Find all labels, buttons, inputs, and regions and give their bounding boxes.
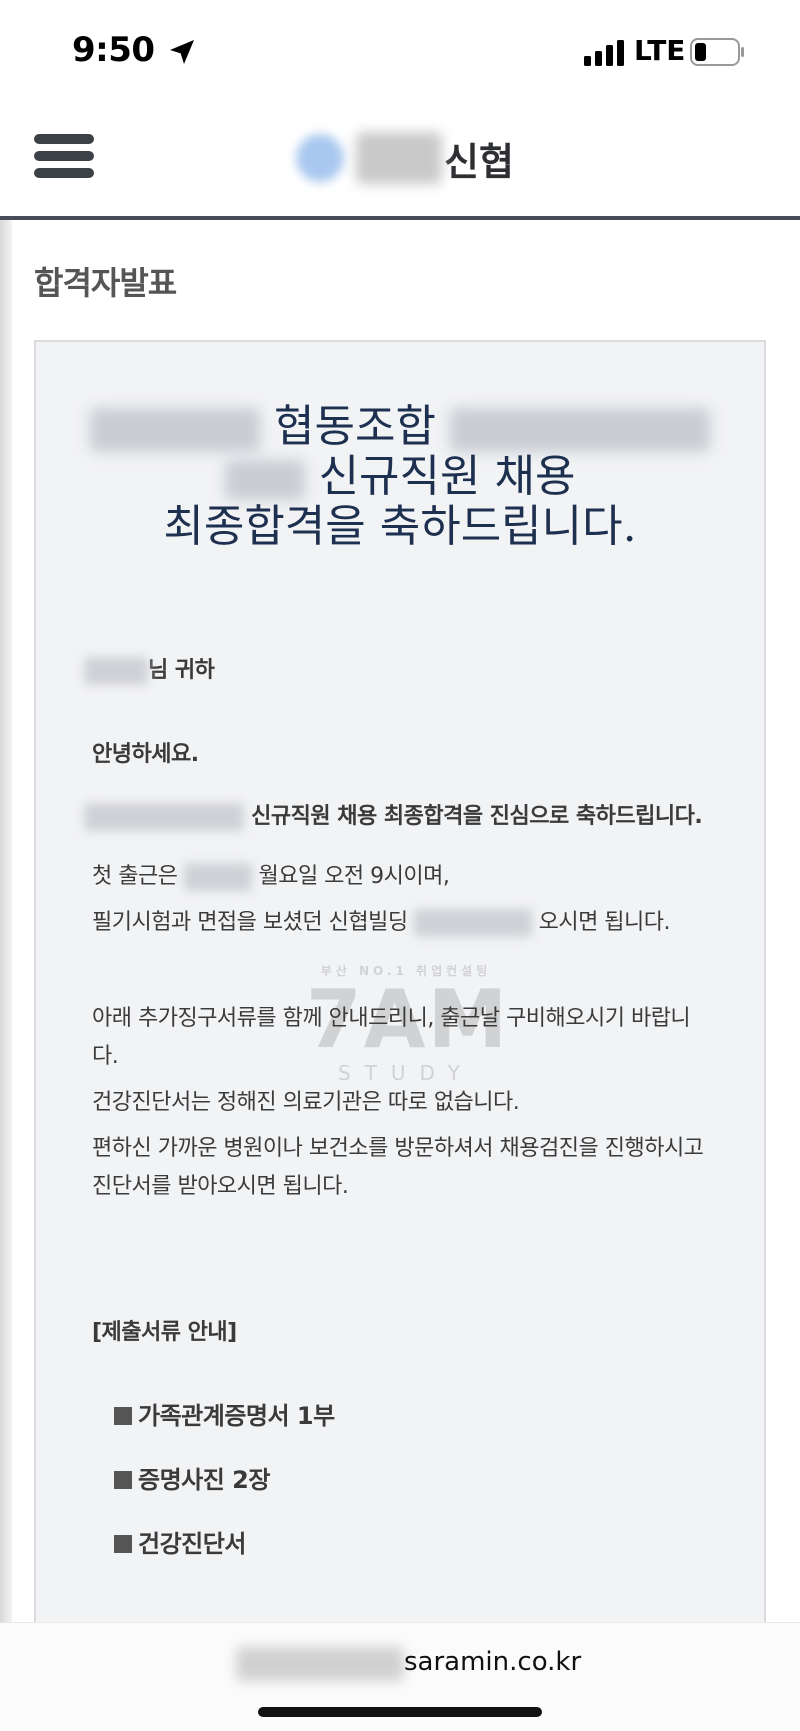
signal-bars-icon	[584, 40, 624, 66]
status-bar: 9:50 LTE	[0, 0, 800, 96]
site-logo[interactable]: 신협	[296, 126, 514, 190]
redacted-text	[84, 657, 148, 685]
redacted-text	[183, 863, 252, 891]
square-bullet-icon	[114, 1471, 132, 1489]
home-indicator[interactable]	[258, 1707, 542, 1717]
congrats-line: 신규직원 채용 최종합격을 진심으로 축하드립니다.	[84, 798, 784, 831]
redacted-text	[224, 459, 305, 500]
redacted-text	[414, 909, 533, 937]
logo-redacted	[356, 132, 442, 184]
notice-box: 협동조합 신규직원 채용 최종합격을 축하드립니다.	[34, 340, 766, 1640]
site-header: 신협	[0, 96, 800, 220]
recipient-line: 님 귀하	[84, 652, 734, 685]
page-title: 합격자발표	[34, 264, 177, 302]
first-day-line: 첫 출근은 월요일 오전 9시이며,	[92, 863, 450, 891]
docs-heading: [제출서류 안내]	[92, 1320, 237, 1345]
list-item: 가족관계증명서 1부	[114, 1396, 335, 1431]
headline-line-1: 협동조합	[36, 402, 764, 452]
redacted-text	[449, 407, 710, 452]
location-arrow-icon	[170, 40, 194, 64]
notice-headline: 협동조합 신규직원 채용 최종합격을 축하드립니다.	[36, 402, 764, 552]
headline-line-3: 최종합격을 축하드립니다.	[163, 501, 637, 552]
health-cert-line-3: 진단서를 받아오시면 됩니다.	[92, 1174, 349, 1199]
greeting: 안녕하세요.	[92, 742, 199, 767]
list-item: 건강진단서	[114, 1524, 246, 1559]
hamburger-menu-icon[interactable]	[34, 134, 94, 184]
location-line: 필기시험과 면접을 보셨던 신협빌딩 오시면 됩니다.	[92, 909, 671, 937]
health-cert-line-2: 편하신 가까운 병원이나 보건소를 방문하셔서 채용검진을 진행하시고	[92, 1136, 704, 1161]
square-bullet-icon	[114, 1407, 132, 1425]
url-domain[interactable]: saramin.co.kr	[404, 1647, 581, 1677]
list-item: 증명사진 2장	[114, 1460, 270, 1495]
docs-intro-line-1: 아래 추가징구서류를 함께 안내드리니, 출근날 구비해오시기 바랍니	[92, 1006, 691, 1031]
redacted-text	[84, 803, 244, 831]
network-label: LTE	[634, 34, 686, 67]
browser-url-bar[interactable]: saramin.co.kr	[0, 1622, 800, 1731]
redacted-text	[236, 1647, 404, 1681]
page-edge-shadow	[0, 96, 12, 1626]
logo-mark-icon	[296, 134, 344, 182]
docs-intro-line-2: 다.	[92, 1044, 119, 1069]
status-time: 9:50	[72, 30, 155, 70]
battery-icon	[690, 38, 744, 66]
logo-text: 신협	[444, 139, 514, 184]
health-cert-line-1: 건강진단서는 정해진 의료기관은 따로 없습니다.	[92, 1090, 520, 1115]
redacted-text	[90, 407, 261, 452]
square-bullet-icon	[114, 1535, 132, 1553]
headline-line-2: 신규직원 채용	[36, 452, 764, 502]
